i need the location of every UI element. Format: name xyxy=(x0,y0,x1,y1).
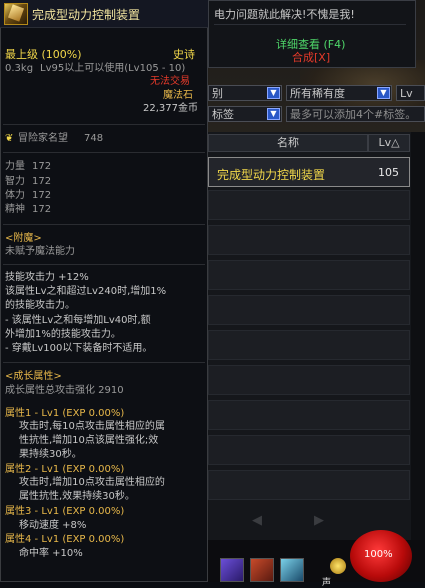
growth-attr-line: 攻击时,增加10点攻击属性相应的 xyxy=(19,477,165,488)
next-page-button[interactable]: ▶ xyxy=(314,513,324,528)
trade-status: 无法交易 xyxy=(150,76,190,87)
skill-line: - 穿戴Lv100以下装备时不适用。 xyxy=(5,343,153,354)
list-item-name: 完成型动力控制装置 xyxy=(217,168,326,182)
stat-value: 172 xyxy=(32,176,52,187)
divider xyxy=(3,124,205,125)
skill-line: 的技能攻击力。 xyxy=(5,300,75,311)
rarity-value: 所有稀有度 xyxy=(290,87,345,100)
fame-icon: ❦ xyxy=(5,133,14,144)
fame-value: 748 xyxy=(84,133,104,144)
prev-page-button[interactable]: ◀ xyxy=(252,513,262,528)
growth-attr-line: 果持续30秒。 xyxy=(19,449,82,460)
chevron-down-icon[interactable]: ▼ xyxy=(267,108,280,120)
skill-slot-icon[interactable] xyxy=(280,558,304,582)
tag-search-input[interactable]: 最多可以添加4个#标签。 xyxy=(286,106,425,122)
empty-list-row xyxy=(208,470,410,500)
empty-list-row xyxy=(208,295,410,325)
list-item-level: 105 xyxy=(378,166,399,179)
growth-attr-head: 属性3 - Lv1 (EXP 0.00%) xyxy=(5,506,125,517)
column-header-level[interactable]: Lv△ xyxy=(368,134,410,152)
item-title: 完成型动力控制装置 xyxy=(32,8,141,22)
divider xyxy=(3,224,205,225)
growth-header: <成长属性> xyxy=(5,371,62,382)
empty-list-row xyxy=(208,365,410,395)
stat-value: 172 xyxy=(32,161,52,172)
category-dropdown[interactable]: 别 ▼ xyxy=(208,85,282,101)
enchant-text: 未赋予魔法能力 xyxy=(5,246,75,257)
divider xyxy=(3,152,205,153)
empty-list-row xyxy=(208,330,410,360)
growth-attr-line: 命中率 +10% xyxy=(19,548,83,559)
stat-label: 智力 xyxy=(5,176,25,187)
empty-list-row xyxy=(208,260,410,290)
column-header-name[interactable]: 名称 xyxy=(208,134,368,152)
chevron-down-icon[interactable]: ▼ xyxy=(377,87,390,99)
item-grade: 最上级 (100%) xyxy=(5,48,82,61)
skill-line: 该属性Lv之和超过Lv240时,增加1% xyxy=(5,286,167,297)
growth-attr-head: 属性2 - Lv1 (EXP 0.00%) xyxy=(5,464,125,475)
enchant-header: <附魔> xyxy=(5,233,42,244)
coin-icon xyxy=(330,558,346,574)
growth-attr-line: 属性抗性,效果持续30秒。 xyxy=(19,491,135,502)
skill-line: 外增加1%的技能攻击力。 xyxy=(5,329,121,340)
divider xyxy=(3,362,205,363)
empty-list-row xyxy=(208,435,410,465)
stat-value: 172 xyxy=(32,204,52,215)
item-requirement: Lv95以上可以使用(Lv105 - 10) xyxy=(40,63,186,74)
fame-label: 冒险家名望 xyxy=(18,133,68,144)
empty-list-row xyxy=(208,190,410,220)
stat-label: 精神 xyxy=(5,204,25,215)
empty-list-row xyxy=(208,400,410,430)
notice-message: 电力问题就此解决!不愧是我! xyxy=(214,8,355,21)
stat-label: 体力 xyxy=(5,190,25,201)
growth-attr-head: 属性4 - Lv1 (EXP 0.00%) xyxy=(5,534,125,545)
stat-value: 172 xyxy=(32,190,52,201)
rarity-dropdown[interactable]: 所有稀有度 ▼ xyxy=(286,85,392,101)
skill-slot-icon[interactable] xyxy=(220,558,244,582)
hp-orb-percent: 100% xyxy=(364,549,393,560)
item-type: 魔法石 xyxy=(163,90,193,101)
tag-value: 标签 xyxy=(212,108,234,121)
divider xyxy=(3,264,205,265)
chevron-down-icon[interactable]: ▼ xyxy=(267,87,280,99)
growth-total: 成长属性总攻击强化 2910 xyxy=(5,385,124,396)
item-price: 22,377金币 xyxy=(143,103,198,114)
item-weight: 0.3kg xyxy=(5,63,34,74)
category-value: 别 xyxy=(212,87,223,100)
growth-attr-head: 属性1 - Lv1 (EXP 0.00%) xyxy=(5,408,125,419)
level-dropdown[interactable]: Lv xyxy=(396,85,425,101)
level-value: Lv xyxy=(400,87,413,100)
list-item[interactable]: 完成型动力控制装置 105 xyxy=(208,157,410,187)
skill-line: 技能攻击力 +12% xyxy=(5,272,89,283)
notice-divider xyxy=(214,24,406,25)
right-side-strip xyxy=(411,132,425,582)
skill-line: - 该属性Lv之和每增加Lv40时,额 xyxy=(5,315,151,326)
tag-dropdown[interactable]: 标签 ▼ xyxy=(208,106,282,122)
skill-slot-icon[interactable] xyxy=(250,558,274,582)
growth-attr-line: 攻击时,每10点攻击属性相应的属 xyxy=(19,421,165,432)
growth-attr-line: 移动速度 +8% xyxy=(19,520,87,531)
growth-attr-line: 性抗性,增加10点该属性强化;效 xyxy=(19,435,159,446)
stat-label: 力量 xyxy=(5,161,25,172)
item-rarity: 史诗 xyxy=(173,48,195,61)
empty-list-row xyxy=(208,225,410,255)
synthesis-link[interactable]: 合成[X] xyxy=(292,49,330,65)
